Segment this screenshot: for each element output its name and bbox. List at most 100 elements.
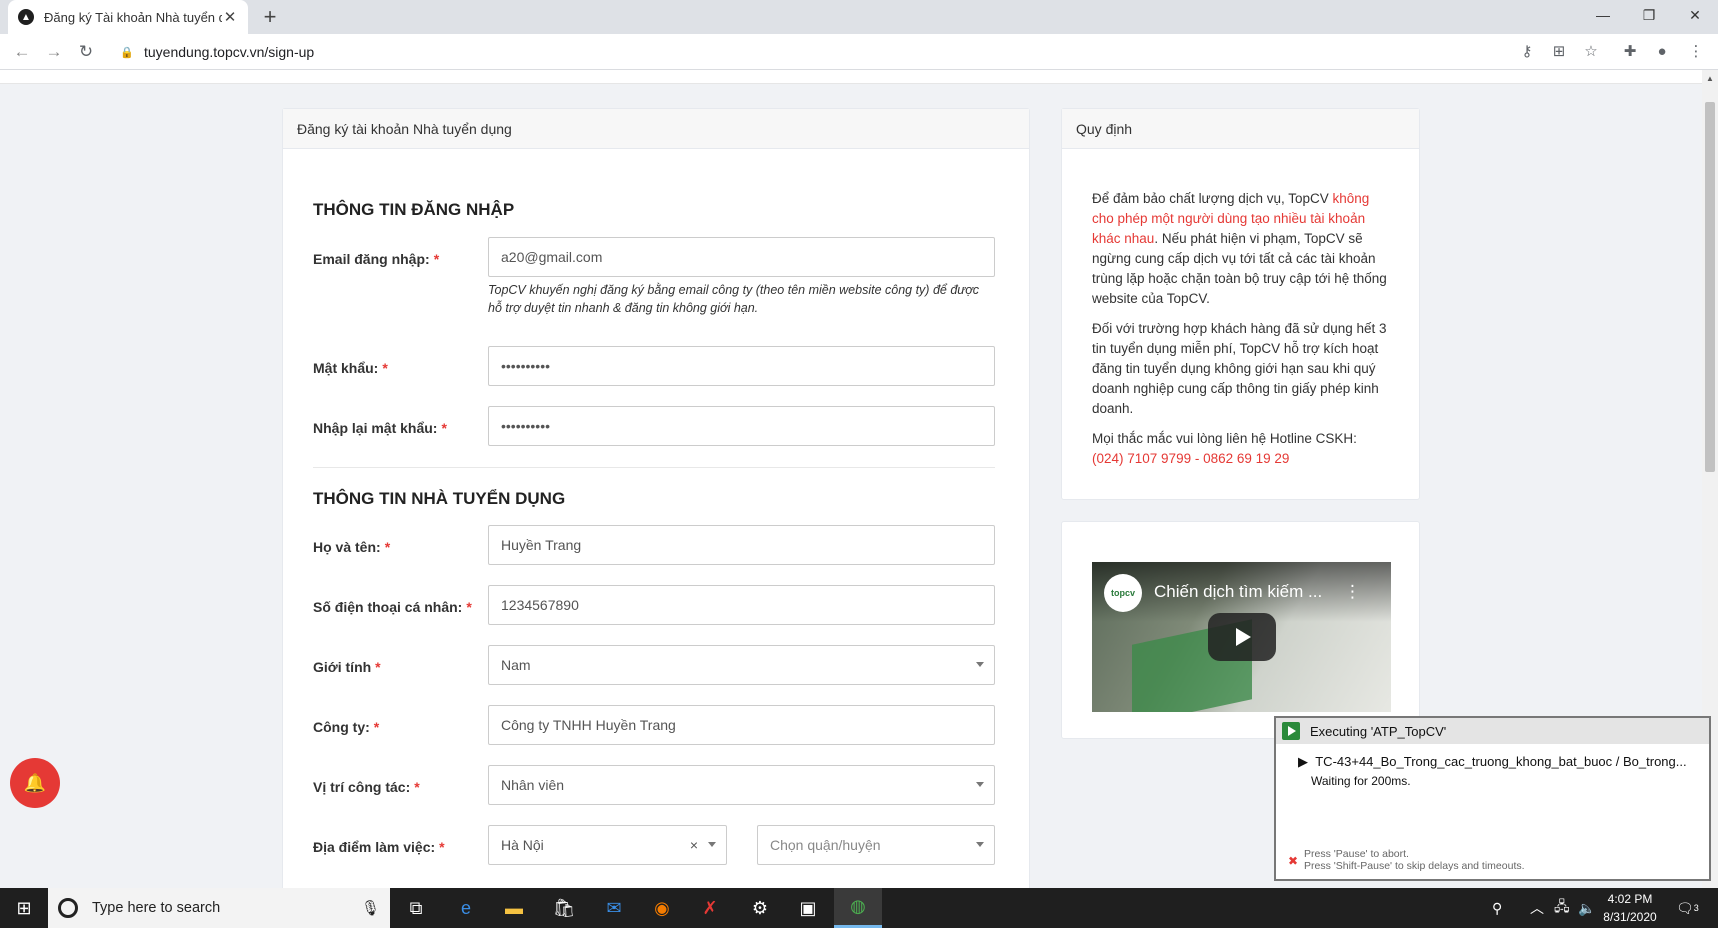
windows-start-icon[interactable]: ⊞ [0, 888, 48, 928]
profile-avatar-icon[interactable]: ● [1650, 40, 1674, 64]
translate-icon[interactable]: ⊞ [1547, 40, 1571, 64]
cortana-icon [58, 898, 78, 918]
password-label: Mật khẩu: * [313, 360, 388, 376]
email-hint: TopCV khuyến nghị đăng ký bằng email côn… [488, 283, 979, 315]
forward-button[interactable]: → [42, 40, 66, 64]
taskbar-search[interactable]: Type here to search 🎙 [48, 888, 390, 928]
video-player[interactable]: topcv Chiến dịch tìm kiếm ... ⋮ [1092, 562, 1391, 712]
people-icon[interactable]: ⚲ [1492, 888, 1502, 928]
video-menu-icon[interactable]: ⋮ [1344, 582, 1361, 602]
edge-icon[interactable]: e [442, 888, 490, 928]
address-bar[interactable]: 🔒 tuyendung.topcv.vn/sign-up [108, 38, 1478, 66]
firefox-icon[interactable]: ◉ [638, 888, 686, 928]
clock-date: 8/31/2020 [1603, 910, 1657, 924]
executing-title: Executing 'ATP_TopCV' [1310, 723, 1447, 739]
email-field[interactable]: a20@gmail.com [488, 237, 995, 277]
close-window-button[interactable]: ✕ [1672, 0, 1718, 30]
rules-paragraph-1: Để đảm bảo chất lượng dịch vụ, TopCV khô… [1092, 191, 1387, 306]
password-field[interactable]: •••••••••• [488, 346, 995, 386]
executing-footer: Press 'Pause' to abort. Press 'Shift-Paus… [1304, 848, 1525, 872]
channel-avatar[interactable]: topcv [1104, 574, 1142, 612]
confirm-password-field[interactable]: •••••••••• [488, 406, 995, 446]
rules-paragraph-2: Đối với trường hợp khách hàng đã sử dụng… [1092, 321, 1387, 416]
phone-field[interactable]: 1234567890 [488, 585, 995, 625]
notification-count: 3 [1693, 903, 1699, 913]
chevron-down-icon [976, 782, 984, 787]
restore-button[interactable]: ❐ [1626, 0, 1672, 30]
company-label: Công ty: * [313, 719, 380, 735]
close-tab-icon[interactable]: ✕ [222, 8, 238, 26]
play-button[interactable] [1208, 613, 1276, 661]
abort-icon: ✖ [1288, 854, 1299, 868]
fullname-field[interactable]: Huyền Trang [488, 525, 995, 565]
shield-favicon-icon: ▲ [18, 9, 34, 25]
site-header-strip [0, 70, 1702, 84]
hotline-link[interactable]: (024) 7107 9799 - 0862 69 19 29 [1092, 451, 1289, 466]
executing-header: Executing 'ATP_TopCV' [1276, 718, 1709, 744]
location-label: Địa điểm làm việc: * [313, 839, 445, 855]
minimize-button[interactable]: — [1580, 0, 1626, 30]
chrome-icon[interactable]: ◍ [834, 888, 882, 928]
scroll-up-icon[interactable]: ▲ [1706, 74, 1714, 83]
position-select[interactable]: Nhân viên [488, 765, 995, 805]
executing-status: Waiting for 200ms. [1311, 774, 1411, 788]
position-label: Vị trí công tác: * [313, 779, 420, 795]
signup-card-header: Đăng ký tài khoản Nhà tuyển dụng [283, 109, 1029, 149]
app-window-icon[interactable]: ▣ [784, 888, 832, 928]
task-view-icon[interactable]: ⧉ [392, 888, 440, 928]
browser-tab-strip: ▲ Đăng ký Tài khoản Nhà tuyển dụ ✕ + — ❐… [0, 0, 1718, 34]
city-select[interactable]: Hà Nội × [488, 825, 727, 865]
fullname-label: Họ và tên: * [313, 539, 391, 555]
taskbar-search-placeholder: Type here to search [92, 900, 221, 916]
settings-gear-icon[interactable]: ⚙ [736, 888, 784, 928]
reload-button[interactable]: ↻ [74, 40, 98, 64]
district-select[interactable]: Chọn quận/huyện [757, 825, 995, 865]
video-card: topcv Chiến dịch tìm kiếm ... ⋮ [1061, 521, 1420, 739]
microphone-icon[interactable]: 🎙 [361, 899, 380, 917]
email-label: Email đăng nhập: * [313, 251, 440, 267]
signup-card: Đăng ký tài khoản Nhà tuyển dụng THÔNG T… [282, 108, 1030, 888]
new-tab-button[interactable]: + [258, 5, 282, 29]
employer-section-title: THÔNG TIN NHÀ TUYỂN DỤNG [313, 489, 566, 508]
network-icon[interactable]: 🖧 [1554, 888, 1570, 928]
chevron-down-icon [708, 842, 716, 847]
notification-bell-icon[interactable]: 🔔 [10, 758, 60, 808]
tray-chevron-icon[interactable]: ︿ [1530, 888, 1544, 928]
rules-paragraph-3: Mọi thắc mắc vui lòng liên hệ Hotline CS… [1092, 431, 1357, 466]
executing-popup: Executing 'ATP_TopCV' ▶ TC-43+44_Bo_Tron… [1274, 716, 1711, 881]
gender-label: Giới tính * [313, 659, 381, 675]
rules-card: Quy định Để đảm bảo chất lượng dịch vụ, … [1061, 108, 1420, 500]
mail-icon[interactable]: ✉ [590, 888, 638, 928]
menu-kebab-icon[interactable]: ⋮ [1684, 40, 1708, 64]
taskbar-clock[interactable]: 4:02 PM 8/31/2020 [1598, 890, 1662, 926]
key-icon[interactable]: ⚷ [1515, 40, 1539, 64]
chevron-down-icon [976, 662, 984, 667]
lock-icon: 🔒 [120, 46, 134, 59]
gender-select[interactable]: Nam [488, 645, 995, 685]
bookmark-star-icon[interactable]: ☆ [1579, 40, 1603, 64]
rules-card-header: Quy định [1062, 109, 1419, 149]
volume-icon[interactable]: 🔈 [1578, 888, 1595, 928]
store-icon[interactable]: 🛍 [540, 888, 588, 928]
clear-selection-icon[interactable]: × [690, 837, 698, 853]
katalon-icon[interactable]: ✗ [686, 888, 734, 928]
action-center-icon[interactable]: 🗨 3 [1676, 888, 1699, 928]
back-button[interactable]: ← [10, 40, 34, 64]
chevron-down-icon [976, 842, 984, 847]
video-title[interactable]: Chiến dịch tìm kiếm ... [1154, 582, 1322, 602]
url-text: tuyendung.topcv.vn/sign-up [144, 44, 315, 60]
extensions-puzzle-icon[interactable]: ✚ [1618, 40, 1642, 64]
login-section-title: THÔNG TIN ĐĂNG NHẬP [313, 200, 515, 219]
browser-tab[interactable]: ▲ Đăng ký Tài khoản Nhà tuyển dụ ✕ [8, 0, 248, 34]
phone-label: Số điện thoại cá nhân: * [313, 599, 472, 615]
confirm-password-label: Nhập lại mật khẩu: * [313, 420, 447, 436]
company-field[interactable]: Công ty TNHH Huyền Trang [488, 705, 995, 745]
section-divider [313, 467, 995, 468]
test-case-row: ▶ TC-43+44_Bo_Trong_cac_truong_khong_bat… [1298, 754, 1687, 769]
clock-time: 4:02 PM [1607, 892, 1653, 906]
browser-toolbar: ← → ↻ 🔒 tuyendung.topcv.vn/sign-up ⚷ ⊞ ☆… [0, 34, 1718, 70]
scrollbar-thumb[interactable] [1705, 102, 1715, 472]
file-explorer-icon[interactable]: ▬ [490, 888, 538, 928]
run-icon [1282, 722, 1300, 740]
tab-title: Đăng ký Tài khoản Nhà tuyển dụ [44, 9, 222, 25]
